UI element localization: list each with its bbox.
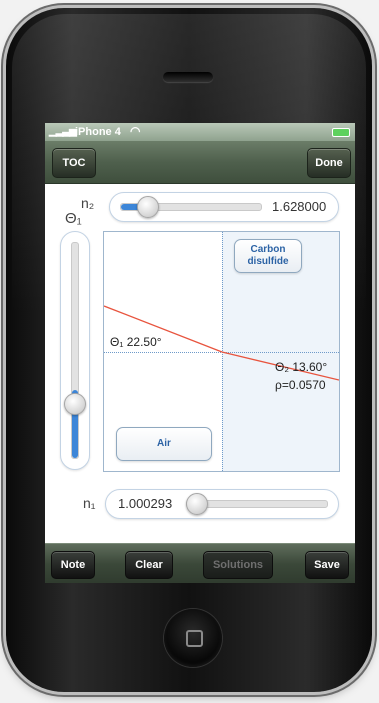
solutions-button[interactable]: Solutions [203,551,273,579]
theta1-label: Θ₁ [65,210,82,227]
clear-button[interactable]: Clear [125,551,173,579]
n1-value[interactable]: 1.000293 [118,496,172,511]
earpiece-speaker [163,72,213,82]
n2-slider-panel: 1.628000 [109,192,339,222]
n2-value[interactable]: 1.628000 [272,199,326,214]
lower-medium-button[interactable]: Air [116,427,212,461]
theta1-slider-panel [60,231,90,470]
n2-label: n₂ [81,195,95,211]
reflectance-label: ρ=0.0570 [275,378,326,392]
wifi-icon: ◠ [130,124,141,138]
upper-medium-button[interactable]: Carbon disulfide [234,239,302,273]
bottom-toolbar: Note Clear Solutions Save [45,543,355,583]
signal-icon: ▁▂▃▅ [49,126,77,137]
incident-angle-label: Θ₁ 22.50° [110,335,162,349]
nav-bar: TOC Done [45,141,355,184]
simulation-area: n₂ 1.628000 Θ₁ Carbon disulfide Air Θ₁ 2… [45,184,355,543]
theta1-slider-knob[interactable] [64,393,86,416]
refracted-angle-label: Θ₂ 13.60° [275,360,328,374]
n1-slider-panel: 1.000293 [105,489,339,519]
n1-label: n₁ [83,495,96,511]
carrier-label: iPhone 4 [75,126,121,138]
status-bar: ▁▂▃▅ iPhone 4 ◠ [45,123,355,141]
n1-slider-knob[interactable] [186,493,208,515]
home-square-icon [186,630,203,647]
toc-button[interactable]: TOC [52,148,96,178]
battery-icon [332,128,350,137]
note-button[interactable]: Note [51,551,95,579]
screen: ▁▂▃▅ iPhone 4 ◠ TOC Done n₂ 1.628000 Θ₁ [45,123,355,583]
refraction-diagram: Carbon disulfide Air Θ₁ 22.50° Θ₂ 13.60°… [103,231,340,472]
n2-slider-knob[interactable] [136,196,159,218]
done-button[interactable]: Done [307,148,351,178]
theta1-slider-track[interactable] [71,242,79,459]
save-button[interactable]: Save [305,551,349,579]
